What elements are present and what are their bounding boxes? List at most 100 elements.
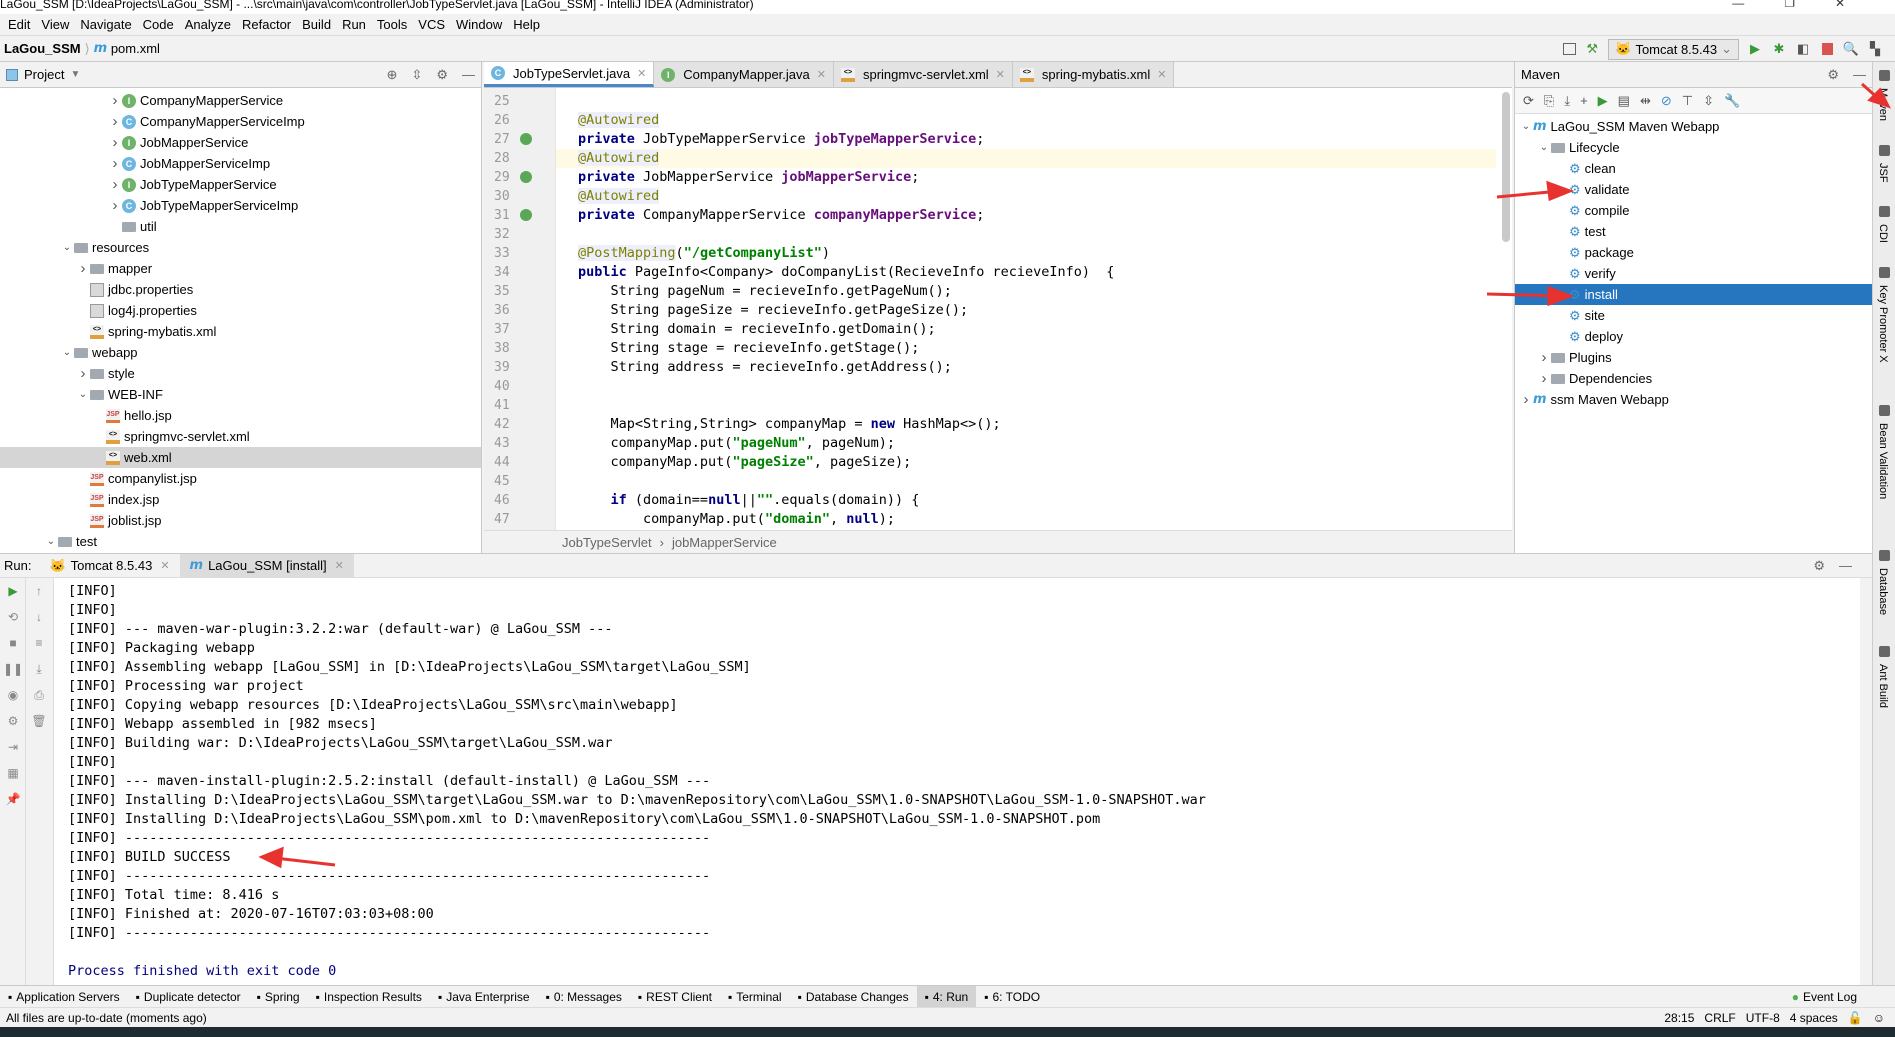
layout-icon[interactable]	[1563, 43, 1577, 55]
settings-wrench-icon[interactable]: 🔧	[1724, 93, 1740, 109]
event-log-button[interactable]: ● Event Log	[1784, 986, 1865, 1008]
download-icon[interactable]: ⤓	[1564, 93, 1570, 109]
run-icon[interactable]: ▶	[1598, 93, 1608, 109]
tree-item[interactable]: › C JobMapperServiceImp	[0, 153, 481, 174]
tree-item[interactable]: ⚙ validate	[1515, 179, 1872, 200]
chevron-right-icon[interactable]: ›	[76, 260, 90, 277]
chevron-right-icon[interactable]: ›	[108, 113, 122, 130]
chevron-right-icon[interactable]: ›	[108, 134, 122, 151]
generate-sources-icon[interactable]: ⎘	[1544, 93, 1554, 109]
tree-item[interactable]: util	[0, 216, 481, 237]
run-tab[interactable]: 🐱 Tomcat 8.5.43 ✕	[39, 554, 179, 578]
tab-jobtypeservlet-java[interactable]: C JobTypeServlet.java ✕	[484, 62, 655, 87]
tree-item[interactable]: JSP index.jsp	[0, 489, 481, 510]
locate-icon[interactable]: ⊕	[387, 67, 398, 83]
tree-item[interactable]: <> spring-mybatis.xml	[0, 321, 481, 342]
tree-item[interactable]: › C CompanyMapperServiceImp	[0, 111, 481, 132]
tree-item[interactable]: ⚙ clean	[1515, 158, 1872, 179]
tree-item[interactable]: › style	[0, 363, 481, 384]
caret-position[interactable]: 28:15	[1664, 1011, 1694, 1025]
coverage-icon[interactable]: ◧	[1795, 41, 1811, 57]
skip-tests-icon[interactable]: ⊘	[1661, 93, 1672, 109]
chevron-down-icon[interactable]: ⌄	[60, 347, 74, 358]
tree-item[interactable]: ⚙ verify	[1515, 263, 1872, 284]
right-tab-ant-build[interactable]: Ant Build	[1877, 664, 1889, 708]
close-icon[interactable]: ✕	[996, 68, 1005, 81]
chevron-down-icon[interactable]: ⌄	[44, 536, 58, 547]
stop-icon[interactable]	[1819, 41, 1835, 57]
toolwindow-java-enterprise[interactable]: ▪ Java Enterprise	[430, 986, 538, 1008]
tree-item[interactable]: › Plugins	[1515, 347, 1872, 368]
chevron-right-icon[interactable]: ›	[1519, 391, 1533, 408]
menu-window[interactable]: Window	[456, 17, 502, 32]
right-tab-maven[interactable]: Maven	[1877, 88, 1889, 121]
down-icon[interactable]: ↓	[26, 604, 52, 630]
chevron-down-icon[interactable]: ⌄	[1537, 142, 1551, 153]
tree-item[interactable]: <> web.xml	[0, 447, 481, 468]
menu-navigate[interactable]: Navigate	[80, 17, 131, 32]
breadcrumb-class[interactable]: JobTypeServlet	[562, 535, 652, 550]
toolwindow-database-changes[interactable]: ▪ Database Changes	[790, 986, 917, 1008]
toolwindow-4-run[interactable]: ▪ 4: Run	[916, 985, 977, 1008]
tree-item[interactable]: › I CompanyMapperService	[0, 90, 481, 111]
console-output[interactable]: [INFO] [INFO] [INFO] --- maven-war-plugin:…	[54, 578, 1860, 985]
tree-item[interactable]: ⌄ webapp	[0, 342, 481, 363]
stop-icon[interactable]: ■	[0, 630, 26, 656]
tree-item[interactable]: › Dependencies	[1515, 368, 1872, 389]
scroll-to-end-icon[interactable]: ⤓	[26, 656, 52, 682]
tree-item[interactable]: › m ssm Maven Webapp	[1515, 389, 1872, 410]
rerun-failed-icon[interactable]: ⟲	[0, 604, 26, 630]
project-panel-title[interactable]: Project	[24, 67, 64, 82]
close-icon[interactable]: ✕	[1157, 68, 1166, 81]
run-configuration-select[interactable]: 🐱 Tomcat 8.5.43 ⌄	[1608, 38, 1739, 60]
search-icon[interactable]: 🔍	[1843, 41, 1859, 57]
lock-icon[interactable]: 🔓	[1848, 1011, 1863, 1025]
autowired-bean-icon[interactable]	[520, 171, 532, 183]
tree-item[interactable]: jdbc.properties	[0, 279, 481, 300]
rerun-icon[interactable]: ▶	[0, 578, 26, 604]
soft-wrap-icon[interactable]: ≡	[26, 630, 52, 656]
tree-item[interactable]: ⌄ resources	[0, 237, 481, 258]
menu-run[interactable]: Run	[342, 17, 366, 32]
chevron-down-icon[interactable]: ⌄	[76, 389, 90, 400]
menu-view[interactable]: View	[41, 17, 69, 32]
collapse-icon[interactable]: ⇳	[411, 67, 422, 83]
tree-item[interactable]: ⌄ Lifecycle	[1515, 137, 1872, 158]
breadcrumb-field[interactable]: jobMapperService	[672, 535, 777, 550]
chevron-right-icon[interactable]: ›	[108, 176, 122, 193]
toolwindow-6-todo[interactable]: ▪ 6: TODO	[976, 986, 1048, 1008]
file-encoding[interactable]: UTF-8	[1746, 1011, 1780, 1025]
tree-item[interactable]: JSP companylist.jsp	[0, 468, 481, 489]
chevron-right-icon[interactable]: ›	[1537, 349, 1551, 366]
minimize-icon[interactable]: —	[462, 67, 475, 83]
line-separator[interactable]: CRLF	[1704, 1011, 1735, 1025]
menu-build[interactable]: Build	[302, 17, 331, 32]
toolwindow-application-servers[interactable]: ▪ Application Servers	[0, 986, 128, 1008]
inspector-icon[interactable]: ☺	[1873, 1011, 1885, 1025]
tree-item[interactable]: ⌄ m LaGou_SSM Maven Webapp	[1515, 116, 1872, 137]
reload-icon[interactable]: ⟳	[1523, 93, 1534, 109]
close-icon[interactable]: ✕	[335, 559, 344, 572]
minimize-icon[interactable]: —	[1839, 558, 1852, 574]
dump-icon[interactable]: ◉	[0, 682, 26, 708]
tree-item[interactable]: ⚙ site	[1515, 305, 1872, 326]
settings-icon[interactable]: ⚙	[0, 708, 26, 734]
close-icon[interactable]: ✕	[817, 68, 826, 81]
tree-item[interactable]: ⚙ compile	[1515, 200, 1872, 221]
print-icon[interactable]: ⎙	[26, 682, 52, 708]
up-icon[interactable]: ↑	[26, 578, 52, 604]
chevron-right-icon[interactable]: ›	[108, 92, 122, 109]
run-tab[interactable]: m LaGou_SSM [install] ✕	[179, 553, 354, 578]
tree-item[interactable]: JSP joblist.jsp	[0, 510, 481, 531]
menu-code[interactable]: Code	[143, 17, 174, 32]
tree-item[interactable]: JSP hello.jsp	[0, 405, 481, 426]
pause-icon[interactable]: ❚❚	[0, 656, 26, 682]
debug-icon[interactable]: ✱	[1771, 41, 1787, 57]
clear-icon[interactable]: 🗑	[26, 708, 52, 734]
console-scrollbar[interactable]	[1862, 578, 1872, 985]
close-icon[interactable]: ✕	[160, 559, 169, 572]
indent-setting[interactable]: 4 spaces	[1790, 1011, 1838, 1025]
right-tab-database[interactable]: Database	[1877, 568, 1889, 615]
tab-spring-mybatis-xml[interactable]: <> spring-mybatis.xml ✕	[1012, 62, 1175, 87]
menu-refactor[interactable]: Refactor	[242, 17, 291, 32]
